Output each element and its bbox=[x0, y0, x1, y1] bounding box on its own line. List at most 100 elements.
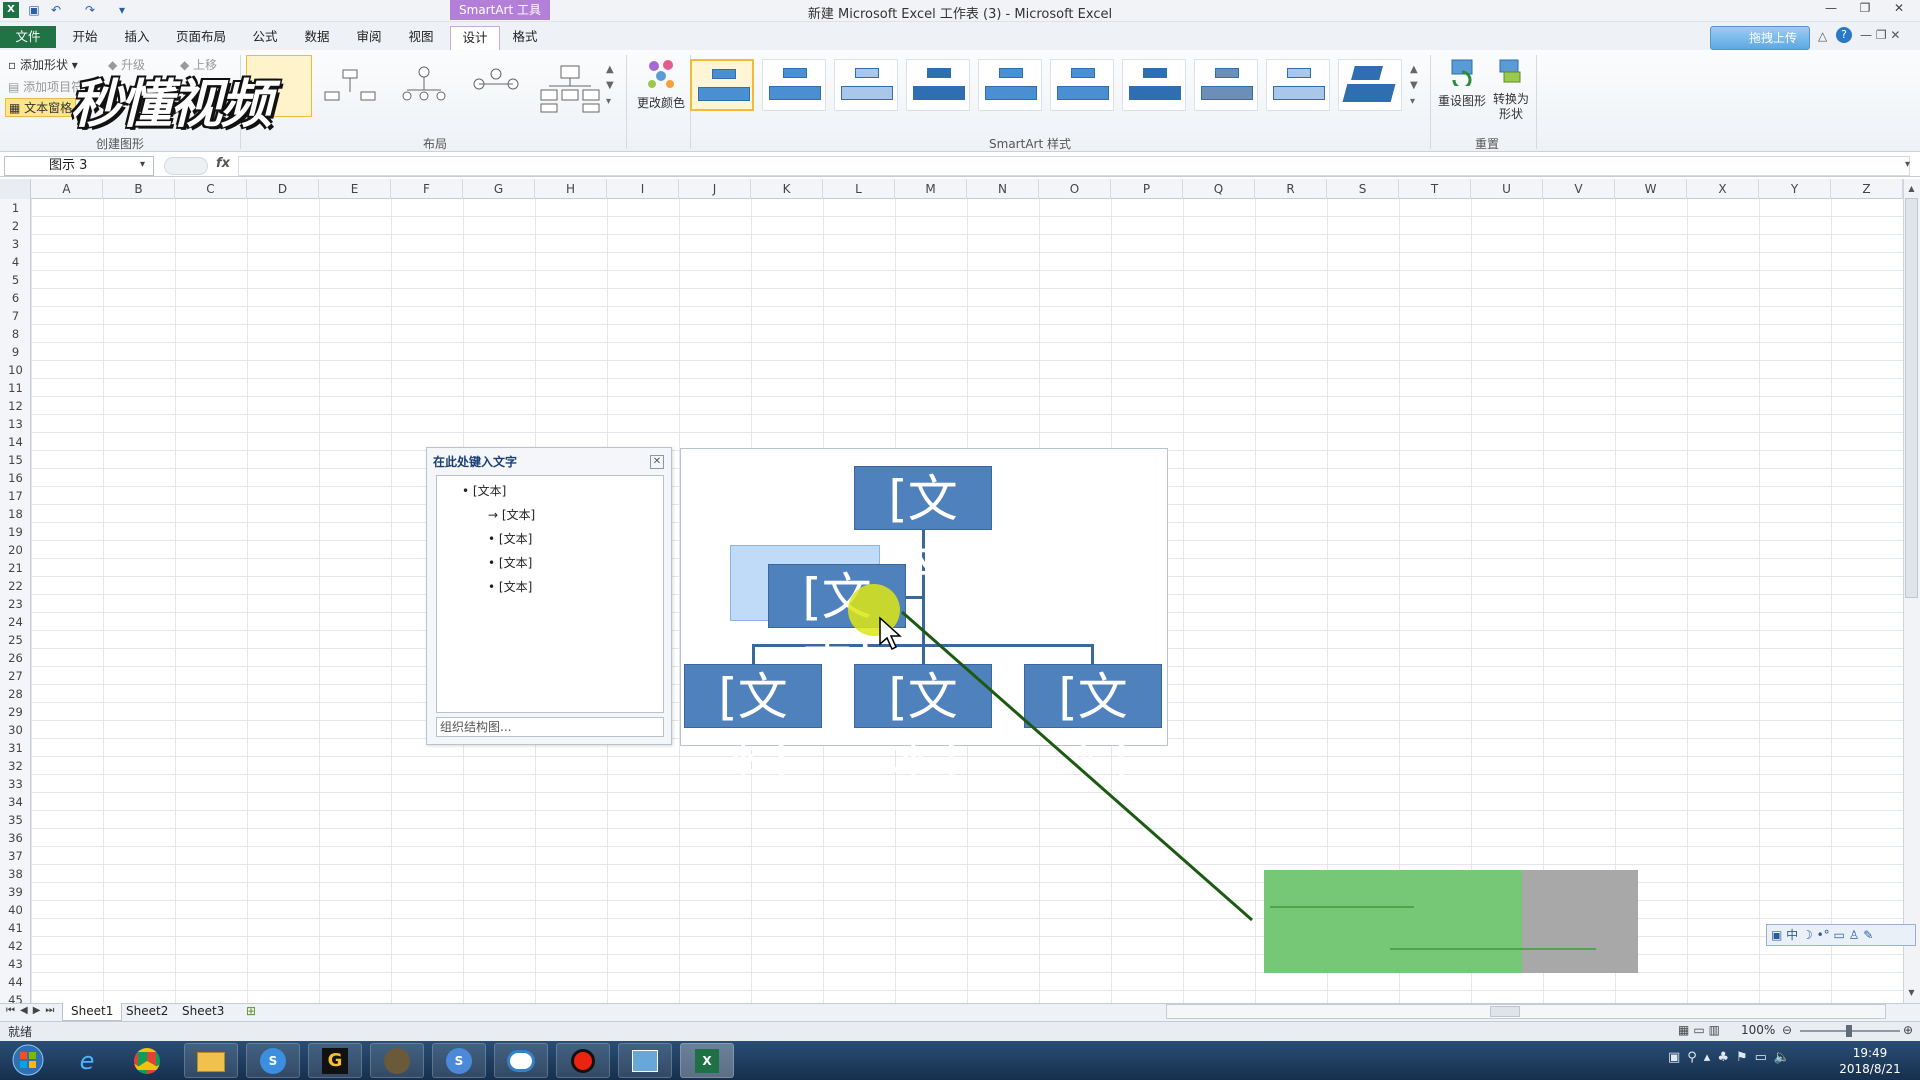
column-header[interactable]: P bbox=[1111, 179, 1183, 199]
smartart-child-box[interactable]: [文本] bbox=[1024, 664, 1162, 790]
row-header[interactable]: 9 bbox=[0, 343, 31, 361]
layout-option-4[interactable] bbox=[462, 55, 528, 117]
restore-icon[interactable]: ❐ bbox=[1852, 1, 1878, 19]
column-header[interactable]: E bbox=[319, 179, 391, 199]
row-header[interactable]: 14 bbox=[0, 433, 31, 451]
column-header[interactable]: I bbox=[607, 179, 679, 199]
column-header[interactable]: R bbox=[1255, 179, 1327, 199]
text-pane-item[interactable]: • [文本] bbox=[462, 482, 506, 499]
smartart-style-2[interactable] bbox=[762, 59, 826, 111]
row-header[interactable]: 29 bbox=[0, 703, 31, 721]
row-header[interactable]: 38 bbox=[0, 865, 31, 883]
app-taskbar-button[interactable]: S bbox=[432, 1043, 486, 1078]
column-header[interactable]: M bbox=[895, 179, 967, 199]
app-taskbar-button[interactable] bbox=[494, 1043, 548, 1078]
row-header[interactable]: 27 bbox=[0, 667, 31, 685]
app-taskbar-button[interactable] bbox=[618, 1043, 672, 1078]
name-box[interactable]: 图示 3 bbox=[4, 156, 154, 176]
drag-upload-button[interactable]: 拖拽上传 bbox=[1710, 26, 1810, 50]
row-header[interactable]: 5 bbox=[0, 271, 31, 289]
excel-taskbar-button[interactable]: X bbox=[680, 1043, 734, 1078]
tab-formulas[interactable]: 公式 bbox=[242, 26, 288, 48]
row-header[interactable]: 42 bbox=[0, 937, 31, 955]
column-header[interactable]: L bbox=[823, 179, 895, 199]
minimize-icon[interactable]: — bbox=[1818, 1, 1844, 19]
row-header[interactable]: 3 bbox=[0, 235, 31, 253]
column-header[interactable]: B bbox=[103, 179, 175, 199]
row-header[interactable]: 30 bbox=[0, 721, 31, 739]
column-header[interactable]: D bbox=[247, 179, 319, 199]
insert-sheet-icon[interactable]: ⊞ bbox=[246, 1004, 256, 1018]
column-header[interactable]: X bbox=[1687, 179, 1759, 199]
styles-gallery-scroll-icon[interactable]: ▲ ▼ ▾ bbox=[1410, 62, 1418, 110]
column-header[interactable]: O bbox=[1039, 179, 1111, 199]
workbook-minimize-icon[interactable]: — ❐ ✕ bbox=[1860, 28, 1900, 42]
row-header[interactable]: 10 bbox=[0, 361, 31, 379]
text-pane-item[interactable]: • [文本] bbox=[488, 530, 532, 547]
row-header[interactable]: 26 bbox=[0, 649, 31, 667]
smartart-style-10[interactable] bbox=[1338, 59, 1402, 111]
text-pane-close-icon[interactable]: ✕ bbox=[650, 455, 664, 469]
row-header[interactable]: 21 bbox=[0, 559, 31, 577]
column-header[interactable]: U bbox=[1471, 179, 1543, 199]
column-header[interactable]: J bbox=[679, 179, 751, 199]
smartart-style-4[interactable] bbox=[906, 59, 970, 111]
column-header[interactable]: G bbox=[463, 179, 535, 199]
row-header[interactable]: 6 bbox=[0, 289, 31, 307]
row-header[interactable]: 25 bbox=[0, 631, 31, 649]
column-header[interactable]: H bbox=[535, 179, 607, 199]
row-header[interactable]: 11 bbox=[0, 379, 31, 397]
tab-design[interactable]: 设计 bbox=[450, 26, 500, 50]
sheet-tab[interactable]: Sheet3 bbox=[174, 1003, 232, 1021]
tab-page-layout[interactable]: 页面布局 bbox=[168, 26, 234, 48]
recorder-taskbar-button[interactable] bbox=[556, 1043, 610, 1078]
layout-option-5[interactable] bbox=[536, 55, 602, 117]
column-header[interactable]: A bbox=[31, 179, 103, 199]
column-header[interactable]: C bbox=[175, 179, 247, 199]
system-tray-icons[interactable]: ▣⚲▴♣⚑▭🔈 bbox=[1668, 1050, 1797, 1065]
expand-formula-bar-icon[interactable]: ▾ bbox=[1905, 159, 1910, 170]
app-taskbar-button[interactable]: G bbox=[308, 1043, 362, 1078]
reset-graphic-button[interactable]: 重设图形 bbox=[1438, 92, 1486, 109]
column-header[interactable]: N bbox=[967, 179, 1039, 199]
sheet-nav-icons[interactable]: ⏮◀▶⏭ bbox=[6, 1005, 59, 1016]
row-header[interactable]: 1 bbox=[0, 199, 31, 217]
smartart-style-1[interactable] bbox=[690, 59, 754, 111]
smartart-top-box[interactable]: [文本] bbox=[854, 466, 992, 592]
help-icon[interactable]: ? bbox=[1836, 27, 1852, 43]
smartart-child-box[interactable]: [文本] bbox=[854, 664, 992, 790]
column-header[interactable]: T bbox=[1399, 179, 1471, 199]
smartart-style-9[interactable] bbox=[1266, 59, 1330, 111]
close-icon[interactable]: ✕ bbox=[1886, 1, 1912, 19]
vertical-scroll-thumb[interactable] bbox=[1905, 198, 1918, 598]
select-all-button[interactable] bbox=[0, 179, 31, 199]
row-header[interactable]: 8 bbox=[0, 325, 31, 343]
text-pane-item[interactable]: • [文本] bbox=[488, 578, 532, 595]
smartart-style-3[interactable] bbox=[834, 59, 898, 111]
row-header[interactable]: 31 bbox=[0, 739, 31, 757]
column-header[interactable]: S bbox=[1327, 179, 1399, 199]
row-header[interactable]: 28 bbox=[0, 685, 31, 703]
zoom-level[interactable]: 100% bbox=[1741, 1023, 1775, 1037]
formula-input[interactable] bbox=[238, 156, 1910, 176]
add-shape-button[interactable]: ▫ 添加形状 ▾ bbox=[8, 56, 78, 73]
row-header[interactable]: 33 bbox=[0, 775, 31, 793]
row-header[interactable]: 39 bbox=[0, 883, 31, 901]
row-header[interactable]: 2 bbox=[0, 217, 31, 235]
row-header[interactable]: 32 bbox=[0, 757, 31, 775]
smartart-style-7[interactable] bbox=[1122, 59, 1186, 111]
row-header[interactable]: 4 bbox=[0, 253, 31, 271]
start-button[interactable] bbox=[6, 1043, 50, 1078]
horizontal-scroll-thumb[interactable] bbox=[1490, 1006, 1520, 1017]
row-header[interactable]: 35 bbox=[0, 811, 31, 829]
ribbon-minimize-icon[interactable]: △ bbox=[1818, 29, 1827, 43]
layout-option-3[interactable] bbox=[390, 55, 456, 117]
tab-home[interactable]: 开始 bbox=[62, 26, 108, 48]
smartart-style-5[interactable] bbox=[978, 59, 1042, 111]
row-header[interactable]: 16 bbox=[0, 469, 31, 487]
row-header[interactable]: 44 bbox=[0, 973, 31, 991]
tab-view[interactable]: 视图 bbox=[398, 26, 444, 48]
app-taskbar-button[interactable]: S bbox=[246, 1043, 300, 1078]
sheet-tab[interactable]: Sheet2 bbox=[118, 1003, 176, 1021]
convert-to-shapes-button[interactable]: 转换为形状 bbox=[1492, 92, 1530, 122]
